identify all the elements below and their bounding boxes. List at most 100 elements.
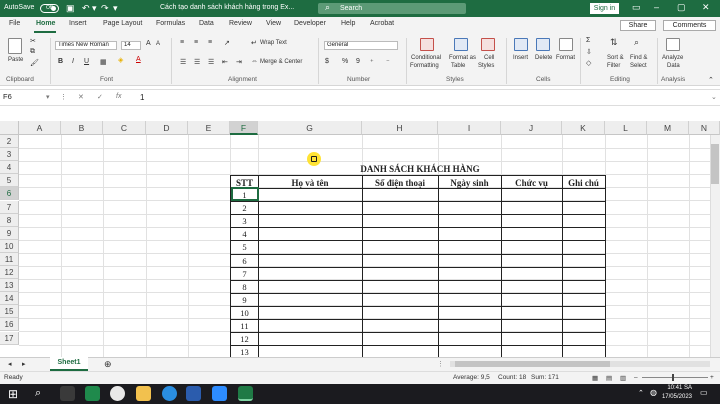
next-sheet-icon[interactable]: ▸ [22,360,26,368]
bold-icon[interactable]: B [58,58,63,65]
sort-filter-label-2[interactable]: Filter [607,63,620,69]
insert-cells-label[interactable]: Insert [513,55,528,61]
sheet-tab-sheet1[interactable]: Sheet1 [50,357,88,371]
row-header[interactable]: 5 [0,174,19,188]
share-button[interactable]: Share [620,20,656,31]
excel-active-icon[interactable] [238,386,253,401]
clock-time[interactable]: 10:41 SA [656,385,692,391]
percent-style-button[interactable]: % [342,58,348,65]
horizontal-scroll-thumb[interactable] [455,361,610,367]
new-sheet-icon[interactable]: ⊕ [104,359,112,370]
tab-developer[interactable]: Developer [294,20,326,27]
minimize-icon[interactable]: – [654,2,659,12]
taskbar-search-icon[interactable]: ⌕ [35,387,41,400]
conditional-formatting-icon[interactable] [420,38,434,51]
tab-help[interactable]: Help [341,20,355,27]
zoom-in-icon[interactable]: + [710,374,714,381]
stt-cell[interactable]: 2 [231,202,258,215]
select-all-corner[interactable] [0,121,19,135]
analyze-data-label[interactable]: Analyze [662,55,683,61]
fill-icon[interactable]: ⇩ [586,48,592,56]
decrease-indent-icon[interactable]: ⇤ [222,58,228,66]
format-as-table-label[interactable]: Format as [449,55,476,61]
underline-icon[interactable]: U [84,58,89,65]
edge-icon[interactable] [162,386,177,401]
stt-cell[interactable]: 10 [231,307,258,320]
sign-in-button[interactable]: Sign in [590,3,619,14]
word-icon[interactable] [186,386,201,401]
align-center-icon[interactable]: ☰ [194,58,200,66]
format-cells-label[interactable]: Format [556,55,575,61]
find-select-icon[interactable]: ⌕ [634,37,639,48]
stt-cell[interactable]: 12 [231,333,258,346]
tab-acrobat[interactable]: Acrobat [370,20,394,27]
row-header[interactable]: 9 [0,226,19,240]
windows-start-icon[interactable]: ⊞ [8,387,18,401]
undo-dropdown-icon[interactable]: ▾ [92,3,97,14]
tab-view[interactable]: View [266,20,281,27]
column-header[interactable]: D [146,121,188,135]
stt-cell[interactable]: 11 [231,320,258,333]
row-header[interactable]: 15 [0,305,19,319]
column-header[interactable]: I [438,121,501,135]
tab-formulas[interactable]: Formulas [156,20,185,27]
paste-icon[interactable] [8,38,22,54]
insert-cells-icon[interactable] [514,38,528,51]
clock-date[interactable]: 17/05/2023 [656,394,692,400]
file-explorer-icon[interactable] [136,386,151,401]
cell-styles-label-2[interactable]: Styles [478,63,494,69]
column-header[interactable]: L [605,121,647,135]
zoom-slider-thumb[interactable] [672,374,674,381]
task-view-icon[interactable] [60,386,75,401]
analyze-data-icon[interactable] [666,38,680,51]
row-header[interactable]: 11 [0,252,19,266]
delete-cells-icon[interactable] [536,38,550,51]
align-top-icon[interactable]: ≡ [180,39,184,46]
column-header[interactable]: K [562,121,605,135]
increase-indent-icon[interactable]: ⇥ [236,58,242,66]
tab-insert[interactable]: Insert [69,20,87,27]
row-header[interactable]: 2 [0,135,19,148]
row-header[interactable]: 10 [0,239,19,253]
column-header[interactable]: C [103,121,146,135]
column-header[interactable]: B [61,121,103,135]
cell-styles-label[interactable]: Cell [484,55,494,61]
column-header[interactable]: F [230,121,258,135]
excel-taskbar-icon[interactable] [85,386,100,401]
save-icon[interactable]: ▣ [66,3,75,14]
conditional-formatting-label[interactable]: Conditional [411,55,441,61]
format-cells-icon[interactable] [559,38,573,51]
row-header[interactable]: 16 [0,318,19,332]
number-format-select[interactable]: General [324,41,398,50]
stt-cell[interactable]: 4 [231,228,258,241]
format-painter-icon[interactable]: 🖌 [30,59,39,67]
increase-font-icon[interactable]: A [146,40,151,47]
tab-data[interactable]: Data [199,20,214,27]
tab-home[interactable]: Home [36,20,55,27]
align-right-icon[interactable]: ☰ [208,58,214,66]
font-color-icon[interactable]: A [136,56,141,63]
accounting-format-button[interactable]: $ [325,58,329,65]
fill-color-icon[interactable]: ◈ [118,56,123,64]
borders-icon[interactable]: ▦ [100,58,107,66]
page-break-view-icon[interactable]: ▥ [620,374,626,382]
comments-button[interactable]: Comments [663,20,716,31]
customize-qat-icon[interactable]: ▾ [113,3,118,14]
row-header[interactable]: 7 [0,200,19,214]
format-as-table-icon[interactable] [454,38,468,51]
ribbon-options-icon[interactable]: ▭ [632,2,641,13]
close-icon[interactable]: ✕ [702,2,710,13]
system-tray-chevron-icon[interactable]: ⌃ [638,389,644,397]
namebox-dropdown-icon[interactable]: ▾ [46,93,50,101]
row-header[interactable]: 3 [0,148,19,162]
orientation-icon[interactable]: ↗ [224,39,230,47]
find-select-label-2[interactable]: Select [630,63,647,69]
italic-icon[interactable]: I [72,58,74,65]
search-box[interactable]: ⌕ Search [318,2,466,14]
stt-cell[interactable]: 9 [231,294,258,307]
stt-cell[interactable]: 5 [231,241,258,254]
zoom-app-icon[interactable] [212,386,227,401]
sort-filter-label[interactable]: Sort & [607,55,624,61]
align-left-icon[interactable]: ☰ [180,58,186,66]
autosum-icon[interactable]: Σ [586,37,590,44]
